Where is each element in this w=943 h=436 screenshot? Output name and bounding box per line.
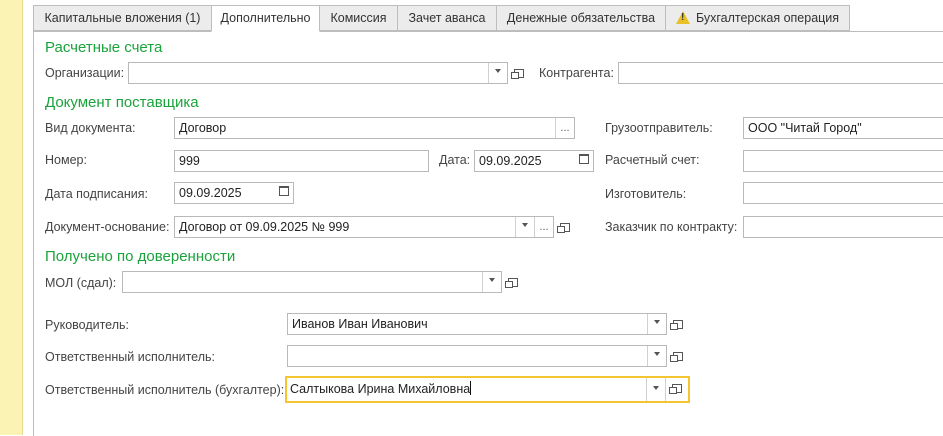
- head-field[interactable]: Иванов Иван Иванович: [287, 313, 667, 335]
- open-form-icon[interactable]: [665, 378, 688, 401]
- counterparty-field[interactable]: [618, 62, 943, 84]
- customer-label: Заказчик по контракту:: [605, 220, 738, 234]
- shipper-field[interactable]: ООО "Читай Город": [743, 117, 943, 139]
- open-form-icon[interactable]: [508, 62, 530, 84]
- account-label: Расчетный счет:: [605, 153, 700, 167]
- date-value: 09.09.2025: [479, 154, 542, 168]
- date-field[interactable]: 09.09.2025: [474, 150, 594, 172]
- chevron-down-icon[interactable]: [647, 314, 666, 334]
- exec-label: Ответственный исполнитель:: [45, 350, 216, 364]
- tab-accounting-operation[interactable]: Бухгалтерская операция: [665, 5, 850, 31]
- chevron-down-icon[interactable]: [647, 346, 666, 366]
- calendar-icon[interactable]: [274, 183, 293, 203]
- tab-monetary-obligations[interactable]: Денежные обязательства: [496, 5, 666, 31]
- sign-date-label: Дата подписания:: [45, 187, 148, 201]
- select-button[interactable]: ...: [555, 118, 574, 138]
- chevron-down-icon[interactable]: [646, 378, 665, 401]
- tab-capital-investments[interactable]: Капитальные вложения (1): [33, 5, 212, 31]
- open-form-icon[interactable]: [554, 216, 576, 238]
- customer-field[interactable]: [743, 216, 943, 238]
- tab-commission[interactable]: Комиссия: [319, 5, 398, 31]
- open-form-icon[interactable]: [667, 313, 689, 335]
- basis-field[interactable]: Договор от 09.09.2025 № 999 ...: [174, 216, 554, 238]
- text-cursor: [470, 381, 472, 395]
- org-field[interactable]: [128, 62, 508, 84]
- tab-label: Денежные обязательства: [506, 11, 656, 25]
- head-value: Иванов Иван Иванович: [292, 317, 428, 331]
- mol-label: МОЛ (сдал):: [45, 276, 117, 290]
- warning-icon: [675, 11, 690, 24]
- tab-label: Комиссия: [330, 11, 387, 25]
- open-form-icon[interactable]: [502, 271, 524, 293]
- tab-label: Бухгалтерская операция: [695, 11, 840, 25]
- calendar-icon[interactable]: [574, 151, 593, 171]
- section-proxy-title: Получено по доверенности: [45, 248, 236, 265]
- org-label: Организации:: [45, 66, 125, 80]
- shipper-value: ООО "Читай Город": [748, 121, 862, 135]
- sign-date-field[interactable]: 09.09.2025: [174, 182, 294, 204]
- tab-label: Зачет аванса: [408, 11, 486, 25]
- maker-label: Изготовитель:: [605, 187, 687, 201]
- account-field[interactable]: [743, 150, 943, 172]
- chevron-down-icon[interactable]: [488, 63, 507, 83]
- open-form-icon[interactable]: [667, 345, 689, 367]
- select-button[interactable]: ...: [534, 217, 553, 237]
- doc-type-label: Вид документа:: [45, 121, 136, 135]
- doc-type-field[interactable]: Договор ...: [174, 117, 575, 139]
- doc-type-value: Договор: [179, 121, 227, 135]
- chevron-down-icon[interactable]: [515, 217, 534, 237]
- acc-exec-label: Ответственный исполнитель (бухгалтер):: [45, 383, 285, 397]
- tab-advance-offset[interactable]: Зачет аванса: [397, 5, 497, 31]
- number-label: Номер:: [45, 153, 87, 167]
- acc-exec-field[interactable]: Салтыкова Ирина Михайловна: [285, 376, 690, 403]
- basis-value: Договор от 09.09.2025 № 999: [179, 220, 350, 234]
- counterparty-label: Контрагента:: [539, 66, 614, 80]
- sign-date-value: 09.09.2025: [179, 186, 242, 200]
- head-label: Руководитель:: [45, 318, 130, 332]
- tab-label: Капитальные вложения (1): [44, 11, 201, 25]
- tab-additional[interactable]: Дополнительно: [211, 5, 320, 32]
- section-supplier-doc-title: Документ поставщика: [45, 94, 199, 111]
- chevron-down-icon[interactable]: [482, 272, 501, 292]
- section-accounts-title: Расчетные счета: [45, 39, 163, 56]
- mol-field[interactable]: [122, 271, 502, 293]
- number-field[interactable]: 999: [174, 150, 429, 172]
- date-label: Дата:: [439, 153, 471, 167]
- shipper-label: Грузоотправитель:: [605, 121, 713, 135]
- tab-label: Дополнительно: [220, 11, 311, 25]
- number-value: 999: [179, 154, 200, 168]
- exec-field[interactable]: [287, 345, 667, 367]
- acc-exec-value: Салтыкова Ирина Михайловна: [290, 381, 472, 396]
- maker-field[interactable]: [743, 182, 943, 204]
- left-bar: [0, 0, 23, 435]
- basis-label: Документ-основание:: [45, 220, 170, 234]
